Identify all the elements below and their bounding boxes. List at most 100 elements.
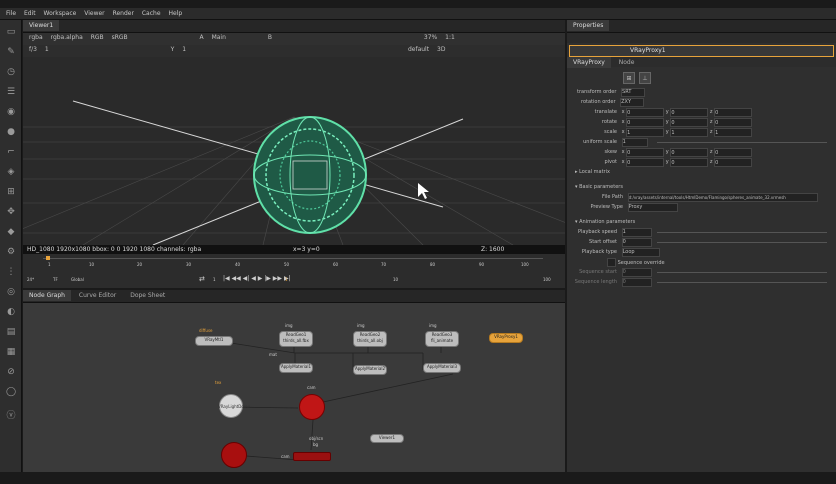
- playback-speed-slider[interactable]: [657, 232, 827, 233]
- frame-field-value[interactable]: 1: [45, 45, 49, 55]
- uniform-scale-field[interactable]: 1: [621, 138, 648, 147]
- node-readgeo3[interactable]: ReadGeo3 fli_animate: [425, 331, 459, 347]
- local-matrix-group[interactable]: ▸ Local matrix: [575, 168, 610, 176]
- menu-render[interactable]: Render: [113, 8, 134, 20]
- node-viewer1[interactable]: Viewer1: [370, 434, 404, 443]
- 3d-viewport[interactable]: [23, 57, 565, 245]
- tab-curve-editor[interactable]: Curve Editor: [73, 290, 122, 301]
- channels-select[interactable]: rgba: [29, 33, 43, 43]
- colorspace-out-select[interactable]: sRGB: [112, 33, 128, 43]
- clock-icon[interactable]: ◷: [5, 66, 17, 78]
- rotate-y[interactable]: 0: [670, 118, 709, 127]
- menu-file[interactable]: File: [6, 8, 16, 20]
- transform-handle-icon[interactable]: ⊞: [623, 72, 635, 84]
- tab-viewer1[interactable]: Viewer1: [23, 20, 60, 31]
- preview-type-select[interactable]: Proxy: [627, 203, 678, 212]
- loop-icon[interactable]: ⇄: [199, 274, 205, 284]
- node-vray-render-bar[interactable]: [293, 452, 331, 461]
- skew-y[interactable]: 0: [670, 148, 709, 157]
- fps-select[interactable]: 24*: [27, 275, 34, 285]
- skew-z[interactable]: 0: [714, 148, 753, 157]
- node-apply-material3[interactable]: ApplyMaterial3: [423, 363, 461, 373]
- node-name-field[interactable]: VRayProxy1: [630, 47, 666, 54]
- tab-node[interactable]: Node: [613, 57, 641, 68]
- translate-y[interactable]: 0: [670, 108, 709, 117]
- pivot-x[interactable]: 0: [626, 158, 665, 167]
- info-icon[interactable]: ◎: [5, 286, 17, 298]
- node-readgeo2[interactable]: ReadGeo2 thirds_all.obj: [353, 331, 387, 347]
- paint-icon[interactable]: ◉: [5, 106, 17, 118]
- tab-node-graph[interactable]: Node Graph: [23, 290, 71, 301]
- start-offset-slider[interactable]: [657, 242, 827, 243]
- frame-start-field[interactable]: 1: [213, 275, 216, 285]
- timeline-track[interactable]: [43, 258, 543, 259]
- tf-select[interactable]: TF: [53, 275, 58, 285]
- tab-vrayproxy[interactable]: VRayProxy: [567, 57, 611, 68]
- y-value[interactable]: 1: [182, 45, 186, 55]
- file-path-field[interactable]: d:/vray/assets/internal/tools/HtmlDemo/F…: [627, 193, 818, 202]
- axis-icon[interactable]: ⊥: [639, 72, 651, 84]
- dots-icon[interactable]: ⋮: [5, 266, 17, 278]
- step-field[interactable]: 10: [393, 275, 398, 285]
- sequence-override-checkbox[interactable]: [607, 258, 616, 267]
- translate-z[interactable]: 0: [714, 108, 753, 117]
- transform-order-select[interactable]: SRT: [621, 88, 646, 97]
- move-icon[interactable]: ✥: [5, 206, 17, 218]
- node-apply-material2[interactable]: ApplyMaterial2: [353, 365, 387, 375]
- node-apply-material1[interactable]: ApplyMaterial1: [279, 363, 313, 373]
- cube-icon[interactable]: ◆: [5, 226, 17, 238]
- crop-icon[interactable]: ⌐: [5, 146, 17, 158]
- rotation-order-select[interactable]: ZXY: [620, 98, 645, 107]
- pivot-z[interactable]: 0: [714, 158, 753, 167]
- current-frame-field[interactable]: 1: [285, 275, 288, 285]
- circle-icon[interactable]: ●: [5, 126, 17, 138]
- skew-x[interactable]: 0: [626, 148, 665, 157]
- alpha-select[interactable]: rgba.alpha: [51, 33, 83, 43]
- sequence-length-field[interactable]: 0: [621, 278, 652, 287]
- lut-select[interactable]: default: [408, 45, 429, 55]
- global-select[interactable]: Global: [71, 275, 84, 285]
- node-readgeo1[interactable]: ReadGeo1 thirds_all.fbx: [279, 331, 313, 347]
- scale-y[interactable]: 1: [670, 128, 709, 137]
- uniform-scale-slider[interactable]: [657, 142, 827, 143]
- mode3d-select[interactable]: 3D: [437, 45, 445, 55]
- playback-type-select[interactable]: Loop: [621, 248, 660, 257]
- eye-icon[interactable]: ◐: [5, 306, 17, 318]
- menu-cache[interactable]: Cache: [142, 8, 161, 20]
- link-icon[interactable]: ⊘: [5, 366, 17, 378]
- vray-proxy-sphere[interactable]: [253, 116, 367, 234]
- node-vray-camera[interactable]: [221, 442, 247, 468]
- tab-dope-sheet[interactable]: Dope Sheet: [124, 290, 171, 301]
- pivot-y[interactable]: 0: [670, 158, 709, 167]
- gear-icon[interactable]: ⚙: [5, 246, 17, 258]
- sequence-start-field[interactable]: 0: [621, 268, 652, 277]
- filter-icon[interactable]: ◈: [5, 166, 17, 178]
- layers-icon[interactable]: ☰: [5, 86, 17, 98]
- node-vray-mtl[interactable]: VRayMtl1: [195, 336, 233, 346]
- colorspace-in-select[interactable]: RGB: [91, 33, 104, 43]
- stack-icon[interactable]: ▦: [5, 346, 17, 358]
- sequence-length-slider[interactable]: [657, 282, 827, 283]
- layer-icon[interactable]: ▤: [5, 326, 17, 338]
- rotate-z[interactable]: 0: [714, 118, 753, 127]
- sequence-start-slider[interactable]: [657, 272, 827, 273]
- transport-buttons[interactable]: |◀ ◀◀ ◀| ◀ ▶ |▶ ▶▶ ▶|: [223, 274, 291, 284]
- frame-end-field[interactable]: 100: [543, 275, 551, 285]
- translate-x[interactable]: 0: [626, 108, 665, 117]
- viewer-icon[interactable]: ▭: [5, 26, 17, 38]
- zoom-select[interactable]: 37%: [424, 33, 437, 43]
- menu-workspace[interactable]: Workspace: [44, 8, 77, 20]
- scale-x[interactable]: 1: [626, 128, 665, 137]
- playback-speed-field[interactable]: 1: [621, 228, 652, 237]
- anim-params-group[interactable]: ▾ Animation parameters: [575, 218, 635, 226]
- menu-viewer[interactable]: Viewer: [84, 8, 104, 20]
- scale-z[interactable]: 1: [714, 128, 753, 137]
- basic-params-group[interactable]: ▾ Basic parameters: [575, 183, 623, 191]
- tab-properties[interactable]: Properties: [567, 20, 610, 31]
- playhead[interactable]: [46, 256, 50, 260]
- node-vray-proxy[interactable]: VRayProxy1: [489, 333, 523, 343]
- menu-help[interactable]: Help: [168, 8, 182, 20]
- ratio-select[interactable]: 1:1: [445, 33, 455, 43]
- view-mode-select[interactable]: Main: [212, 33, 226, 43]
- sphere-icon[interactable]: ◯: [5, 386, 17, 398]
